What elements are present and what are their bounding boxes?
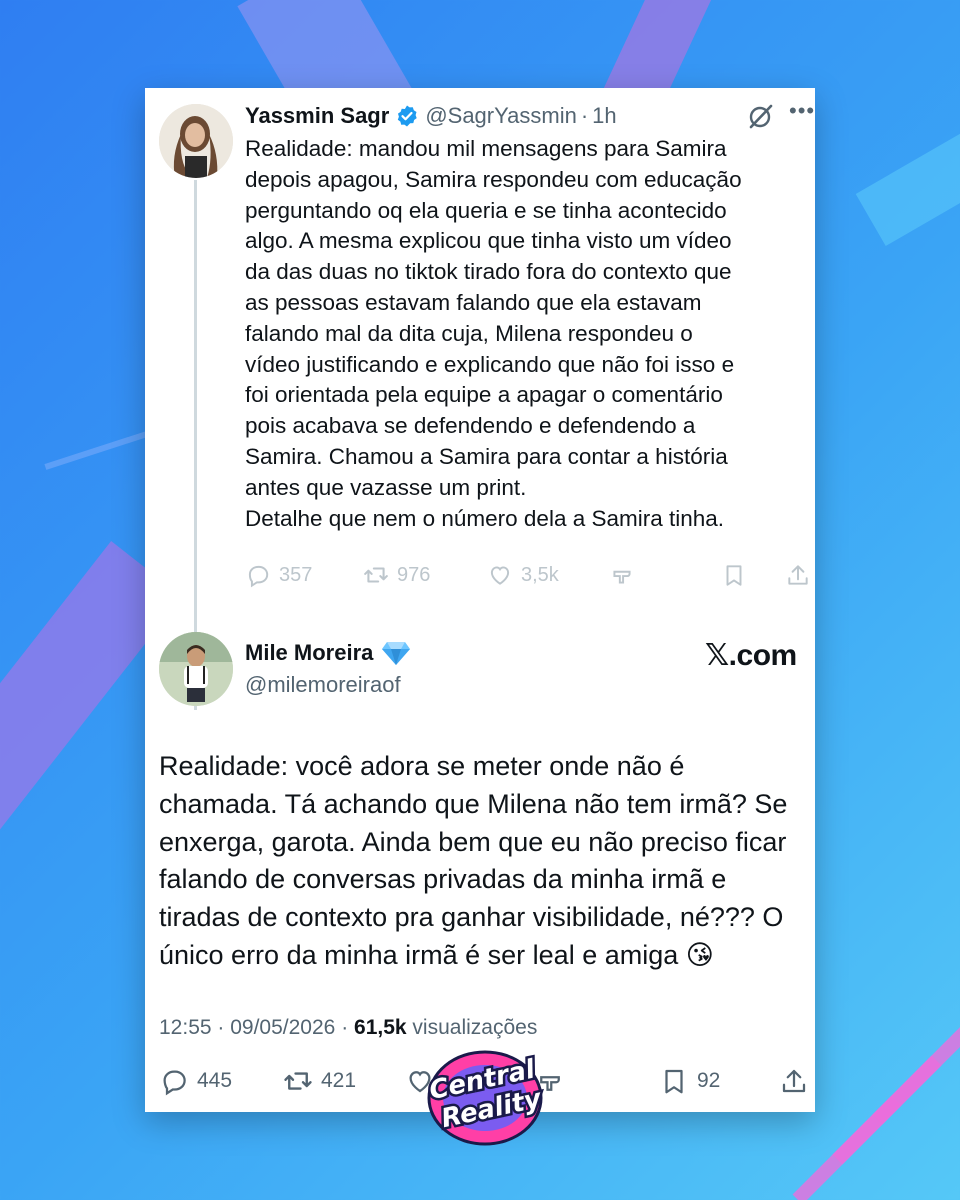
- tweet-text-line: pois acabava se defendendo e defendendo …: [245, 413, 696, 439]
- analytics-button[interactable]: [609, 562, 635, 588]
- tweet-time[interactable]: 12:55: [159, 1016, 212, 1039]
- share-icon: [782, 1069, 806, 1093]
- avatar[interactable]: [159, 104, 233, 178]
- share-button[interactable]: [785, 562, 811, 588]
- tweet-text-line: falando mal da dita cuja, Milena respond…: [245, 320, 693, 346]
- tweet-text-line: da das duas no tiktok tirado fora do con…: [245, 259, 732, 285]
- share-button[interactable]: [779, 1066, 809, 1096]
- heart-icon: [490, 566, 510, 585]
- views-count: 61,5k: [354, 1016, 407, 1039]
- tweet-card: Yassmin Sagr @SagrYassmin · 1h ••• Reali…: [145, 88, 815, 1112]
- site-label: 𝕏.com: [705, 639, 797, 672]
- bookmark-button[interactable]: [721, 562, 747, 588]
- tweet-text-line: único erro da minha irmã é ser leal e am…: [159, 939, 714, 970]
- decor-stripe: [855, 114, 960, 246]
- tweet-text-line: Detalhe que nem o número dela a Samira t…: [245, 505, 725, 531]
- repost-icon: [284, 1072, 312, 1090]
- tweet-actions: 357 976 3,5k: [245, 562, 815, 592]
- reply-icon: [248, 565, 269, 588]
- separator: ·: [341, 1016, 355, 1039]
- tweet-text: Realidade: você adora se meter onde não …: [159, 748, 809, 975]
- central-reality-logo: Central Reality: [410, 1042, 560, 1148]
- timestamp[interactable]: 1h: [592, 103, 616, 129]
- repost-count: 421: [321, 1069, 357, 1092]
- reply-icon: [163, 1070, 186, 1096]
- reply-count: 445: [197, 1069, 233, 1092]
- share-icon: [788, 565, 808, 585]
- separator: ·: [217, 1016, 231, 1039]
- tweet-text-line: depois apagou, Samira respondeu com educ…: [245, 166, 742, 192]
- analytics-icon: [613, 570, 631, 584]
- author-handle[interactable]: @milemoreiraof: [245, 672, 401, 698]
- more-icon[interactable]: •••: [789, 98, 815, 124]
- tweet-text-line: falando de conversas privadas da minha i…: [159, 864, 727, 895]
- avatar[interactable]: [159, 632, 233, 706]
- repost-count: 976: [397, 563, 431, 586]
- author-name[interactable]: Mile Moreira: [245, 640, 373, 666]
- tweet-text-line: enxerga, garota. Ainda bem que eu não pr…: [159, 826, 787, 857]
- reply-button[interactable]: 357: [245, 562, 312, 588]
- separator: ·: [580, 103, 589, 128]
- tweet-text-line: chamada. Tá achando que Milena não tem i…: [159, 788, 788, 819]
- tweet-text-line: as pessoas estavam falando que ela estav…: [245, 289, 702, 315]
- verified-badge-icon: [395, 104, 419, 128]
- tweet-text-line: Realidade: mandou mil mensagens para Sam…: [245, 136, 727, 161]
- tweet-text-line: Realidade: você adora se meter onde não …: [159, 751, 685, 781]
- views-label: visualizações: [412, 1016, 538, 1039]
- tweet-text-line: foi orientada pela equipe a apagar o com…: [245, 382, 723, 408]
- tweet-text-line: Samira. Chamou a Samira para contar a hi…: [245, 443, 728, 469]
- bookmark-icon: [726, 565, 742, 586]
- thread-line: [194, 180, 197, 710]
- gem-icon: [381, 640, 411, 666]
- tweet-text-line: vídeo justificando e explicando que não …: [245, 351, 735, 377]
- bookmark-count: 92: [697, 1069, 721, 1092]
- decor-stripe: [872, 1015, 960, 1125]
- grok-icon[interactable]: [747, 102, 775, 130]
- tweet-header: Yassmin Sagr @SagrYassmin · 1h: [245, 102, 617, 130]
- tweet-meta: 12:55 · 09/05/2026 · 61,5k visualizações: [159, 1016, 537, 1040]
- reply-count: 357: [279, 563, 313, 586]
- author-handle[interactable]: @SagrYassmin: [425, 103, 577, 129]
- tweet-text-line: perguntando oq ela queria e se tinha aco…: [245, 197, 727, 223]
- bookmark-icon: [665, 1069, 683, 1094]
- author-name-row: Mile Moreira: [245, 640, 411, 666]
- like-count: 3,5k: [521, 563, 559, 586]
- tweet-text-line: algo. A mesma explicou que tinha visto u…: [245, 228, 732, 254]
- tweet-text: Realidade: mandou mil mensagens para Sam…: [245, 134, 805, 534]
- reply-button[interactable]: 445: [159, 1066, 232, 1096]
- decor-stripe: [832, 1055, 942, 1165]
- author-name[interactable]: Yassmin Sagr: [245, 103, 389, 129]
- like-button[interactable]: 3,5k: [487, 562, 559, 588]
- tweet-text-line: tiradas de contexto pra ganhar visibilid…: [159, 902, 784, 933]
- tweet-text-line: antes que vazasse um print.: [245, 474, 527, 500]
- bookmark-button[interactable]: 92: [659, 1066, 720, 1096]
- tweet-date[interactable]: 09/05/2026: [230, 1016, 335, 1039]
- repost-button[interactable]: 976: [363, 562, 430, 588]
- repost-icon: [364, 567, 388, 583]
- repost-button[interactable]: 421: [283, 1066, 356, 1096]
